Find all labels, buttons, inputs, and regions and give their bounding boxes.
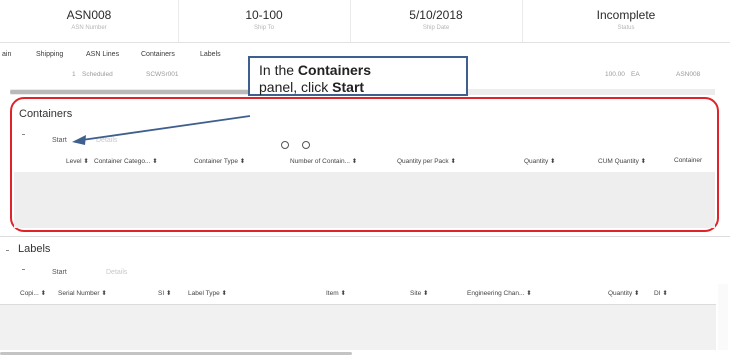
callout-arrow-line	[81, 115, 251, 141]
callout-arrow	[72, 115, 251, 145]
callout-arrow-head	[72, 135, 86, 145]
